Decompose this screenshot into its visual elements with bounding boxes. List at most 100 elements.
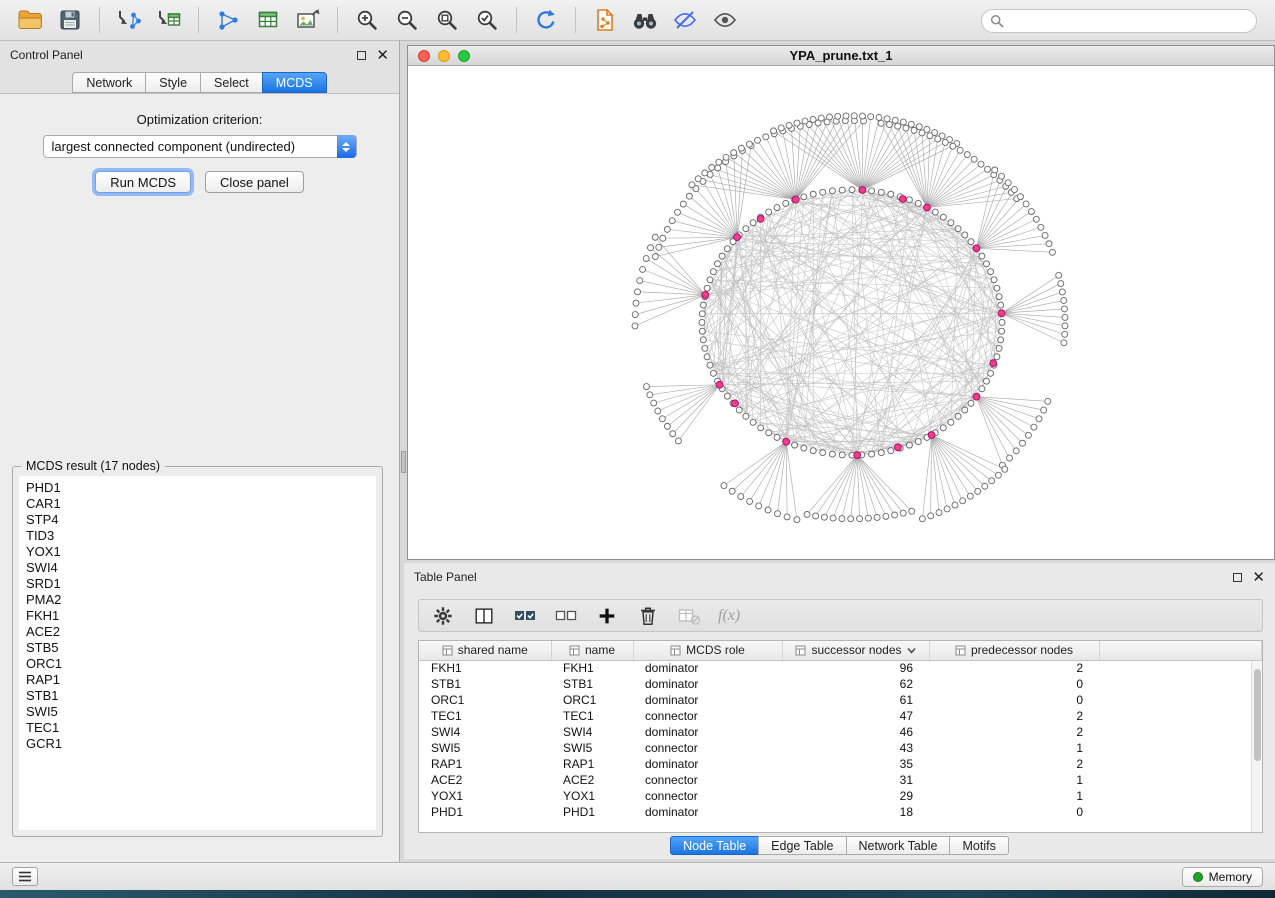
maximize-window-button[interactable] [458, 50, 470, 62]
table-row[interactable]: FKH1FKH1dominator962 [419, 660, 1262, 676]
mcds-result-item[interactable]: STP4 [26, 512, 376, 528]
network-window-title: YPA_prune.txt_1 [789, 48, 892, 63]
mcds-result-item[interactable]: SWI4 [26, 560, 376, 576]
tab-edge-table[interactable]: Edge Table [758, 836, 846, 855]
mcds-result-item[interactable]: YOX1 [26, 544, 376, 560]
optimization-criterion-dropdown[interactable]: largest connected component (undirected) [43, 135, 357, 158]
import-network-file-button[interactable] [109, 3, 149, 37]
memory-button[interactable]: Memory [1182, 867, 1263, 887]
table-settings-button[interactable] [431, 604, 455, 628]
export-image-button[interactable] [288, 3, 328, 37]
import-table-file-button[interactable] [149, 3, 189, 37]
table-row[interactable]: SWI4SWI4dominator462 [419, 724, 1262, 740]
delete-table-icon [677, 605, 701, 627]
mcds-result-item[interactable]: ORC1 [26, 656, 376, 672]
binoculars-icon [632, 9, 658, 31]
memory-status-icon [1193, 872, 1203, 882]
network-search-box[interactable] [981, 9, 1257, 33]
toolbar-separator [198, 7, 199, 33]
table-row[interactable]: RAP1RAP1dominator352 [419, 756, 1262, 772]
close-panel-icon[interactable]: ✕ [376, 51, 389, 60]
mcds-result-item[interactable]: FKH1 [26, 608, 376, 624]
new-network-icon [216, 8, 240, 32]
tab-select[interactable]: Select [200, 72, 263, 93]
panel-menu-button[interactable] [12, 867, 38, 886]
table-cell: 61 [782, 692, 929, 708]
table-cell: YOX1 [419, 788, 551, 804]
close-table-panel-icon[interactable]: ✕ [1252, 573, 1265, 582]
table-row[interactable]: STB1STB1dominator620 [419, 676, 1262, 692]
tab-network[interactable]: Network [72, 72, 146, 93]
tab-node-table[interactable]: Node Table [670, 836, 759, 855]
mcds-result-item[interactable]: SRD1 [26, 576, 376, 592]
show-graphics-details-button[interactable] [705, 3, 745, 37]
zoom-selected-button[interactable] [467, 3, 507, 37]
network-window-titlebar[interactable]: YPA_prune.txt_1 [408, 46, 1274, 66]
close-window-button[interactable] [418, 50, 430, 62]
table-row[interactable]: YOX1YOX1connector291 [419, 788, 1262, 804]
network-canvas[interactable] [408, 67, 1274, 559]
table-cell: RAP1 [419, 756, 551, 772]
mcds-result-item[interactable]: RAP1 [26, 672, 376, 688]
node-table: shared name name MCDS role successor nod… [419, 641, 1262, 820]
toolbar-separator [337, 7, 338, 33]
import-table-icon [156, 8, 182, 32]
column-header-shared-name[interactable]: shared name [419, 641, 551, 660]
mcds-result-list[interactable]: PHD1CAR1STP4TID3YOX1SWI4SRD1PMA2FKH1ACE2… [19, 476, 376, 830]
mcds-result-item[interactable]: STB1 [26, 688, 376, 704]
add-column-button[interactable] [595, 604, 619, 628]
table-row[interactable]: ACE2ACE2connector311 [419, 772, 1262, 788]
find-button[interactable] [625, 3, 665, 37]
mcds-result-item[interactable]: TEC1 [26, 720, 376, 736]
table-cell: 2 [929, 708, 1099, 724]
table-row[interactable]: PHD1PHD1dominator180 [419, 804, 1262, 820]
float-panel-icon[interactable] [357, 51, 366, 60]
select-all-button[interactable] [513, 604, 537, 628]
new-network-button[interactable] [208, 3, 248, 37]
table-row[interactable]: SWI5SWI5connector431 [419, 740, 1262, 756]
column-header-predecessor-nodes[interactable]: predecessor nodes [929, 641, 1099, 660]
mcds-result-item[interactable]: GCR1 [26, 736, 376, 752]
mcds-result-item[interactable]: STB5 [26, 640, 376, 656]
show-columns-button[interactable] [472, 604, 496, 628]
tab-motifs[interactable]: Motifs [949, 836, 1008, 855]
table-cell: FKH1 [551, 660, 633, 676]
table-scrollbar-thumb[interactable] [1254, 669, 1261, 761]
column-header-mcds-role[interactable]: MCDS role [633, 641, 782, 660]
tab-style[interactable]: Style [145, 72, 201, 93]
desktop-background-strip [0, 890, 1275, 898]
open-file-button[interactable] [10, 3, 50, 37]
hide-graphics-details-button[interactable] [665, 3, 705, 37]
mcds-result-item[interactable]: PMA2 [26, 592, 376, 608]
tab-mcds[interactable]: MCDS [262, 72, 327, 93]
apply-layout-refresh-button[interactable] [526, 3, 566, 37]
memory-button-label: Memory [1209, 870, 1252, 884]
mcds-result-item[interactable]: PHD1 [26, 480, 376, 496]
delete-column-button[interactable] [636, 604, 660, 628]
column-header-successor-nodes[interactable]: successor nodes [782, 641, 929, 660]
table-row[interactable]: ORC1ORC1dominator610 [419, 692, 1262, 708]
mcds-result-item[interactable]: TID3 [26, 528, 376, 544]
mcds-result-item[interactable]: SWI5 [26, 704, 376, 720]
minimize-window-button[interactable] [438, 50, 450, 62]
table-scrollbar[interactable] [1251, 661, 1262, 832]
zoom-in-button[interactable] [347, 3, 387, 37]
new-table-button[interactable] [248, 3, 288, 37]
float-table-panel-icon[interactable] [1233, 573, 1242, 582]
zoom-out-button[interactable] [387, 3, 427, 37]
search-input[interactable] [1009, 13, 1248, 29]
mcds-result-item[interactable]: ACE2 [26, 624, 376, 640]
close-panel-button[interactable]: Close panel [205, 171, 304, 193]
mcds-result-item[interactable]: CAR1 [26, 496, 376, 512]
splitter-handle-icon[interactable] [401, 451, 406, 473]
save-session-button[interactable] [50, 3, 90, 37]
table-row[interactable]: TEC1TEC1connector472 [419, 708, 1262, 724]
share-document-button[interactable] [585, 3, 625, 37]
deselect-all-button[interactable] [554, 604, 578, 628]
checked-boxes-icon [513, 605, 537, 627]
network-graph[interactable] [408, 67, 1274, 559]
zoom-fit-button[interactable] [427, 3, 467, 37]
tab-network-table[interactable]: Network Table [846, 836, 951, 855]
column-header-name[interactable]: name [551, 641, 633, 660]
run-mcds-button[interactable]: Run MCDS [95, 171, 191, 193]
